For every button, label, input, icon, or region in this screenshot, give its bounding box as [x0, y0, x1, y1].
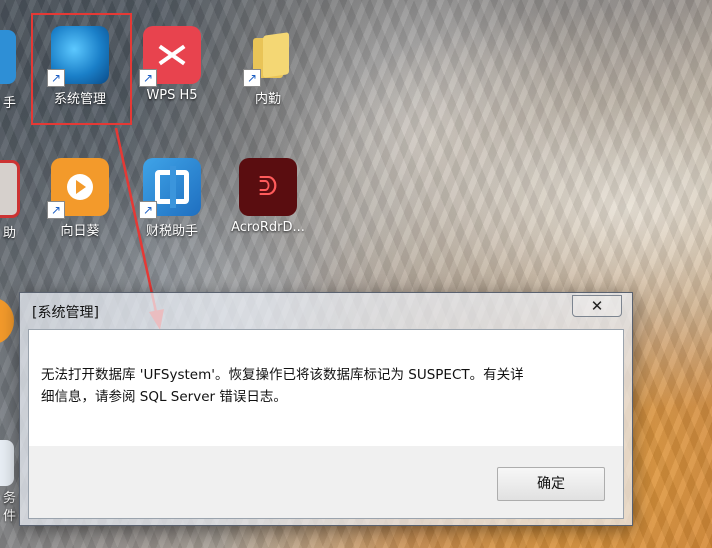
- dialog-title-bar[interactable]: [系统管理] ✕: [20, 293, 632, 329]
- ok-button[interactable]: 确定: [497, 467, 605, 501]
- dialog-body: 无法打开数据库 'UFSystem'。恢复操作已将该数据库标记为 SUSPECT…: [28, 329, 624, 519]
- error-message-line: 无法打开数据库 'UFSystem'。恢复操作已将该数据库标记为 SUSPECT…: [41, 367, 524, 383]
- close-icon: ✕: [590, 297, 604, 315]
- close-button[interactable]: ✕: [572, 295, 622, 317]
- dialog-button-bar: 确定: [29, 446, 623, 518]
- error-message-line: 细信息，请参阅 SQL Server 错误日志。: [41, 389, 287, 405]
- dialog-title: [系统管理]: [32, 305, 99, 321]
- error-message: 无法打开数据库 'UFSystem'。恢复操作已将该数据库标记为 SUSPECT…: [41, 364, 601, 408]
- error-dialog: [系统管理] ✕ 无法打开数据库 'UFSystem'。恢复操作已将该数据库标记…: [19, 292, 633, 526]
